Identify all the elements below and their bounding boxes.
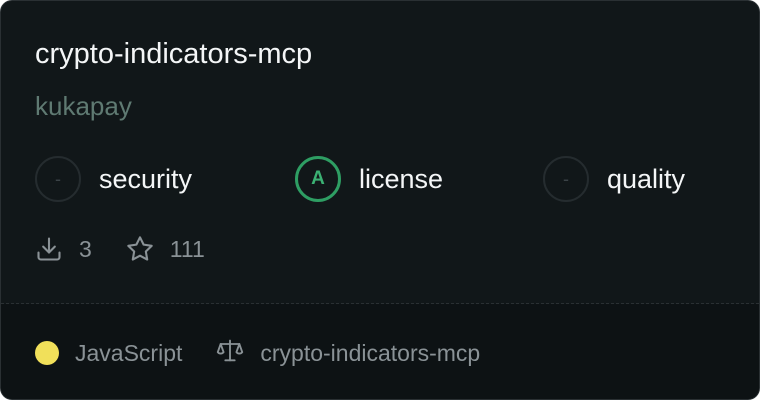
quality-label: quality	[607, 163, 686, 194]
repo-owner[interactable]: kukapay	[35, 89, 132, 123]
downloads-count: 3	[79, 235, 92, 262]
license-score: A license	[295, 156, 443, 202]
download-icon	[35, 235, 63, 263]
quality-score: - quality	[543, 156, 685, 202]
quality-grade-badge: -	[543, 156, 589, 202]
language-label: JavaScript	[75, 339, 183, 366]
license-name: crypto-indicators-mcp	[260, 339, 481, 366]
card-footer: JavaScript crypto-indicators-mcp	[1, 304, 759, 399]
license-info: crypto-indicators-mcp	[216, 337, 480, 370]
repo-title[interactable]: crypto-indicators-mcp	[35, 35, 312, 73]
license-label: license	[359, 163, 444, 194]
stats-row: 3 111	[35, 234, 205, 264]
language-color-dot	[35, 341, 59, 365]
security-score: - security	[35, 156, 192, 202]
star-icon	[126, 235, 154, 263]
scale-icon	[216, 337, 244, 370]
downloads-stat: 3	[35, 235, 92, 263]
stars-count: 111	[169, 235, 205, 262]
license-grade-badge: A	[295, 156, 341, 202]
server-card[interactable]: crypto-indicators-mcp kukapay - security…	[0, 0, 760, 400]
security-label: security	[99, 163, 193, 194]
stars-stat: 111	[126, 235, 205, 263]
security-grade-badge: -	[35, 156, 81, 202]
footer-row: JavaScript crypto-indicators-mcp	[35, 338, 480, 368]
